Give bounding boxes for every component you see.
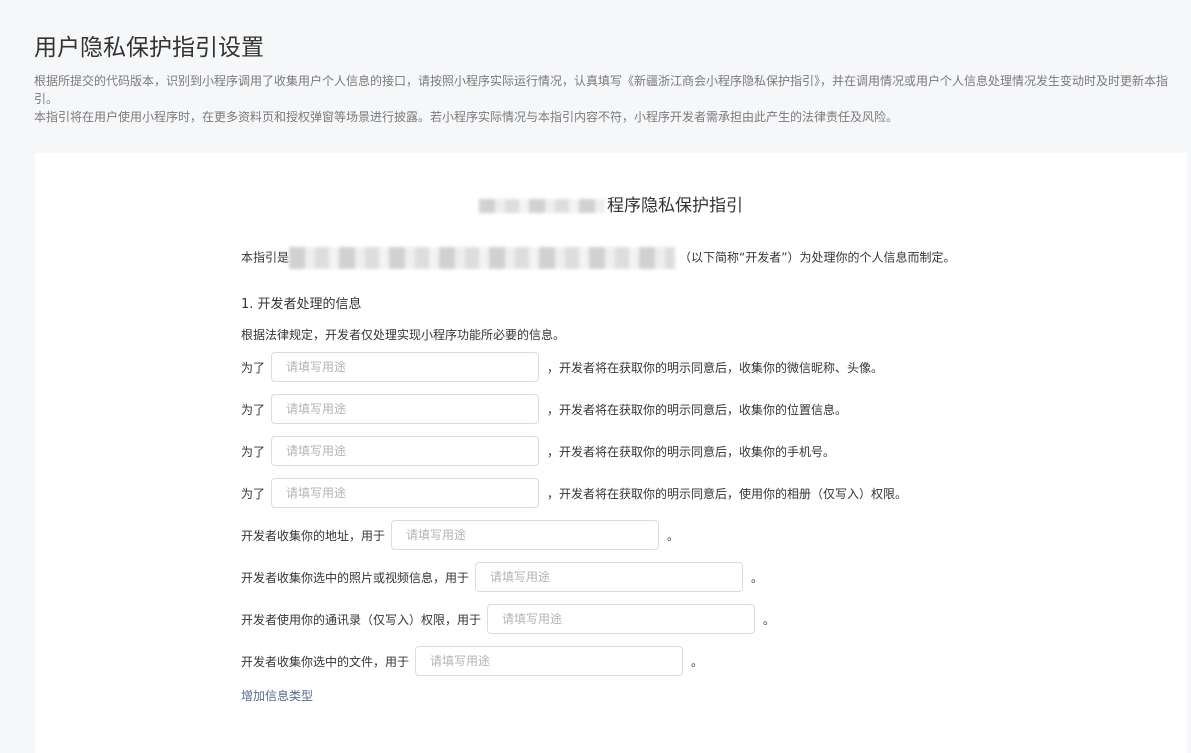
purpose-row-photo-video: 开发者收集你选中的照片或视频信息，用于 。 [241, 561, 763, 593]
row-suffix: ，开发者将在获取你的明示同意后，收集你的位置信息。 [547, 402, 848, 417]
purpose-row-file: 开发者收集你选中的文件，用于 。 [241, 645, 703, 677]
purpose-input-file[interactable] [415, 646, 684, 676]
section-1-title: 1. 开发者处理的信息 [241, 297, 362, 312]
intro-prefix: 本指引是 [241, 250, 290, 265]
purpose-row-contacts: 开发者使用你的通讯录（仅写入）权限，用于 。 [241, 603, 775, 635]
purpose-row-phone: 为了 ，开发者将在获取你的明示同意后，收集你的手机号。 [241, 435, 835, 467]
row-prefix: 开发者收集你选中的照片或视频信息，用于 [241, 570, 470, 585]
purpose-input-contacts[interactable] [487, 604, 756, 634]
purpose-row-album: 为了 ，开发者将在获取你的明示同意后，使用你的相册（仅写入）权限。 [241, 477, 907, 509]
section-1-subtitle: 根据法律规定，开发者仅处理实现小程序功能所必要的信息。 [241, 328, 566, 342]
add-info-type-link[interactable]: 增加信息类型 [241, 687, 313, 704]
redacted-developer-block [289, 247, 676, 269]
row-suffix: ，开发者将在获取你的明示同意后，收集你的微信昵称、头像。 [547, 360, 884, 375]
description-line-1: 根据所提交的代码版本，识别到小程序调用了收集用户个人信息的接口，请按照小程序实际… [34, 74, 1169, 106]
row-suffix: ，开发者将在获取你的明示同意后，使用你的相册（仅写入）权限。 [547, 486, 908, 501]
purpose-input-address[interactable] [391, 520, 660, 550]
guide-intro: 本指引是 （以下简称“开发者”）为处理你的个人信息而制定。 [241, 247, 955, 269]
purpose-input-photo-video[interactable] [475, 562, 744, 592]
redacted-name-block [479, 199, 605, 213]
row-suffix: ，开发者将在获取你的明示同意后，收集你的手机号。 [547, 444, 836, 459]
guide-title-text: 程序隐私保护指引 [607, 196, 743, 216]
row-prefix: 开发者收集你的地址，用于 [241, 528, 386, 543]
row-prefix: 开发者使用你的通讯录（仅写入）权限，用于 [241, 612, 482, 627]
page-title: 用户隐私保护指引设置 [34, 35, 264, 61]
row-prefix: 为了 [241, 402, 266, 417]
purpose-input-album[interactable] [271, 478, 540, 508]
row-prefix: 为了 [241, 444, 266, 459]
purpose-input-nickname-avatar[interactable] [271, 352, 540, 382]
purpose-input-location[interactable] [271, 394, 540, 424]
page-description: 根据所提交的代码版本，识别到小程序调用了收集用户个人信息的接口，请按照小程序实际… [34, 72, 1184, 126]
row-suffix: 。 [751, 570, 764, 585]
row-prefix: 为了 [241, 486, 266, 501]
privacy-guide-card: 程序隐私保护指引 本指引是 （以下简称“开发者”）为处理你的个人信息而制定。 1.… [35, 153, 1187, 753]
row-suffix: 。 [691, 654, 704, 669]
description-line-2: 本指引将在用户使用小程序时，在更多资料页和授权弹窗等场景进行披露。若小程序实际情… [34, 110, 899, 124]
purpose-row-address: 开发者收集你的地址，用于 。 [241, 519, 679, 551]
purpose-row-nickname-avatar: 为了 ，开发者将在获取你的明示同意后，收集你的微信昵称、头像。 [241, 351, 883, 383]
intro-suffix: （以下简称“开发者”）为处理你的个人信息而制定。 [679, 250, 956, 265]
row-prefix: 开发者收集你选中的文件，用于 [241, 654, 410, 669]
guide-title: 程序隐私保护指引 [35, 191, 1187, 216]
row-suffix: 。 [763, 612, 776, 627]
purpose-row-location: 为了 ，开发者将在获取你的明示同意后，收集你的位置信息。 [241, 393, 847, 425]
row-prefix: 为了 [241, 360, 266, 375]
row-suffix: 。 [667, 528, 680, 543]
purpose-input-phone[interactable] [271, 436, 540, 466]
